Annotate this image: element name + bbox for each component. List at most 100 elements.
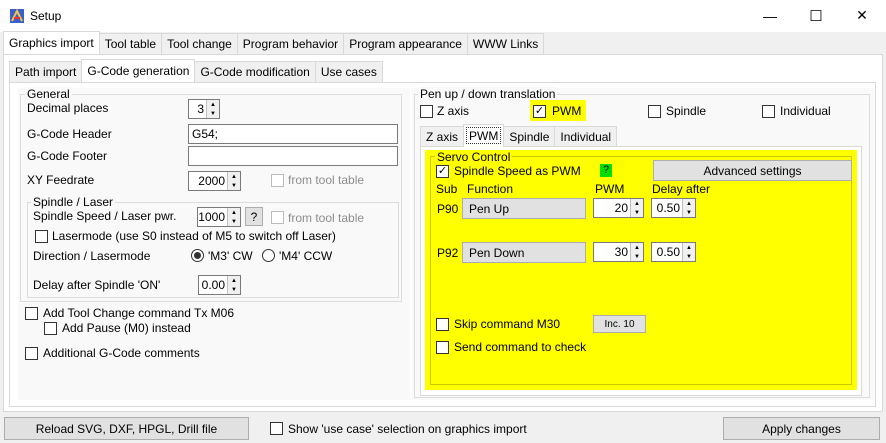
spindle-delay-stepper[interactable]: 0.00 ▲ ▼ [198,275,241,295]
close-icon: ✕ [856,7,868,23]
decimal-places-stepper[interactable]: 3 ▲ ▼ [188,99,220,119]
send-check-checkbox[interactable] [436,341,449,354]
spin-down-icon[interactable]: ▼ [228,217,240,226]
lasermode-checkbox[interactable] [35,230,48,243]
spindle-speed-value: 1000 [198,210,225,224]
spin-down-icon[interactable]: ▼ [228,285,240,294]
show-use-case-label: Show 'use case' selection on graphics im… [288,422,527,436]
tool-change-checkbox[interactable] [25,307,38,320]
add-pause-checkbox[interactable] [44,322,57,335]
show-use-case-checkbox[interactable] [270,422,283,435]
spin-down-icon[interactable]: ▼ [228,181,240,190]
spin-up-icon[interactable]: ▲ [228,208,240,217]
maximize-icon: ☐ [809,7,823,25]
minimize-icon: — [763,7,777,24]
spin-down-icon[interactable]: ▼ [683,252,695,261]
spindle-speed-stepper[interactable]: 1000 ▲ ▼ [197,207,241,227]
pen-up-pwm-stepper[interactable]: 20 ▲ ▼ [593,198,644,218]
pen-spindle-checkbox[interactable] [648,105,661,118]
spin-up-icon[interactable]: ▲ [683,243,695,252]
tab-use-cases[interactable]: Use cases [314,61,383,82]
general-title: General [25,87,72,101]
spindle-help-button[interactable]: ? [245,207,263,226]
gcode-footer-input[interactable] [188,146,398,166]
inc-10-button[interactable]: Inc. 10 [593,315,646,333]
gcode-header-input[interactable]: G54; [188,124,398,144]
feedrate-from-tool-table-label: from tool table [288,173,365,187]
row-sub: P92 [437,246,459,260]
tab-program-appearance[interactable]: Program appearance [343,33,468,54]
tab-tool-change[interactable]: Tool change [161,33,238,54]
main-tabs: Graphics import Tool table Tool change P… [3,31,545,54]
minimize-button[interactable]: — [747,0,793,31]
maximize-button[interactable]: ☐ [793,0,839,31]
spin-up-icon[interactable]: ▲ [228,172,240,181]
pen-up-delay-stepper[interactable]: 0.50 ▲ ▼ [651,198,696,218]
xy-feedrate-value: 2000 [198,174,225,188]
spin-down-icon[interactable]: ▼ [683,208,695,217]
spin-down-icon[interactable]: ▼ [631,252,643,261]
pen-tabs: Z axis PWM Spindle Individual [420,124,618,147]
tab-www-links[interactable]: WWW Links [466,33,545,54]
pen-down-button[interactable]: Pen Down [462,242,586,263]
tab-pen-z-axis[interactable]: Z axis [420,126,465,147]
spindle-from-tool-table-checkbox[interactable] [271,211,284,224]
spin-up-icon[interactable]: ▲ [207,100,219,109]
tab-pen-pwm[interactable]: PWM [463,124,505,147]
spin-up-icon[interactable]: ▲ [631,199,643,208]
spin-up-icon[interactable]: ▲ [683,199,695,208]
pen-down-delay-value: 0.50 [656,245,680,259]
pen-z-axis-checkbox[interactable] [420,105,433,118]
pen-individual-label: Individual [780,104,831,118]
skip-m30-label: Skip command M30 [454,317,561,331]
pen-up-delay-value: 0.50 [656,201,680,215]
close-button[interactable]: ✕ [839,0,885,31]
pen-title: Pen up / down translation [418,87,558,101]
col-function-header: Function [467,182,514,196]
add-pause-label: Add Pause (M0) instead [62,321,191,335]
gcode-comments-label: Additional G-Code comments [43,346,200,360]
spin-down-icon[interactable]: ▼ [631,208,643,217]
reload-button[interactable]: Reload SVG, DXF, HPGL, Drill file [4,417,249,440]
tab-tool-table[interactable]: Tool table [98,33,163,54]
spindle-as-pwm-label: Spindle Speed as PWM [454,164,581,178]
pen-down-delay-stepper[interactable]: 0.50 ▲ ▼ [651,242,696,262]
tab-path-import[interactable]: Path import [9,61,83,82]
pen-z-axis-label: Z axis [437,104,470,118]
tab-graphics-import[interactable]: Graphics import [3,31,100,54]
tab-gcode-modification[interactable]: G-Code modification [194,61,316,82]
spindle-delay-label: Delay after Spindle 'ON' [33,278,161,292]
direction-ccw-label: 'M4' CCW [279,249,333,263]
decimal-places-value: 3 [197,102,204,116]
spindle-delay-value: 0.00 [201,278,225,292]
decimal-places-label: Decimal places [27,101,109,115]
tab-pen-spindle[interactable]: Spindle [503,126,556,147]
tab-pen-individual[interactable]: Individual [554,126,618,147]
pen-pwm-checkbox[interactable]: ✓ [533,105,546,118]
spin-up-icon[interactable]: ▲ [631,243,643,252]
feedrate-from-tool-table-checkbox[interactable] [271,174,284,187]
col-delay-header: Delay after [652,182,711,196]
spin-up-icon[interactable]: ▲ [228,276,240,285]
tab-program-behavior[interactable]: Program behavior [236,33,345,54]
row-sub: P90 [437,202,459,216]
pen-up-pwm-value: 20 [614,201,628,215]
xy-feedrate-label: XY Feedrate [27,173,95,187]
apply-changes-button[interactable]: Apply changes [723,417,880,440]
skip-m30-checkbox[interactable] [436,318,449,331]
spindle-as-pwm-checkbox[interactable]: ✓ [436,165,449,178]
col-sub-header: Sub [436,182,458,196]
spindle-speed-label: Spindle Speed / Laser pwr. [33,209,177,223]
direction-cw-radio[interactable] [191,249,204,262]
pen-down-pwm-stepper[interactable]: 30 ▲ ▼ [593,242,644,262]
app-icon [10,8,24,23]
tab-gcode-generation[interactable]: G-Code generation [81,59,196,82]
direction-ccw-radio[interactable] [262,249,275,262]
servo-help-icon[interactable]: ? [600,164,612,177]
advanced-settings-button[interactable]: Advanced settings [653,160,852,181]
spin-down-icon[interactable]: ▼ [207,109,219,118]
pen-up-button[interactable]: Pen Up [462,198,586,219]
xy-feedrate-stepper[interactable]: 2000 ▲ ▼ [188,171,241,191]
gcode-comments-checkbox[interactable] [25,347,38,360]
pen-individual-checkbox[interactable] [762,105,775,118]
